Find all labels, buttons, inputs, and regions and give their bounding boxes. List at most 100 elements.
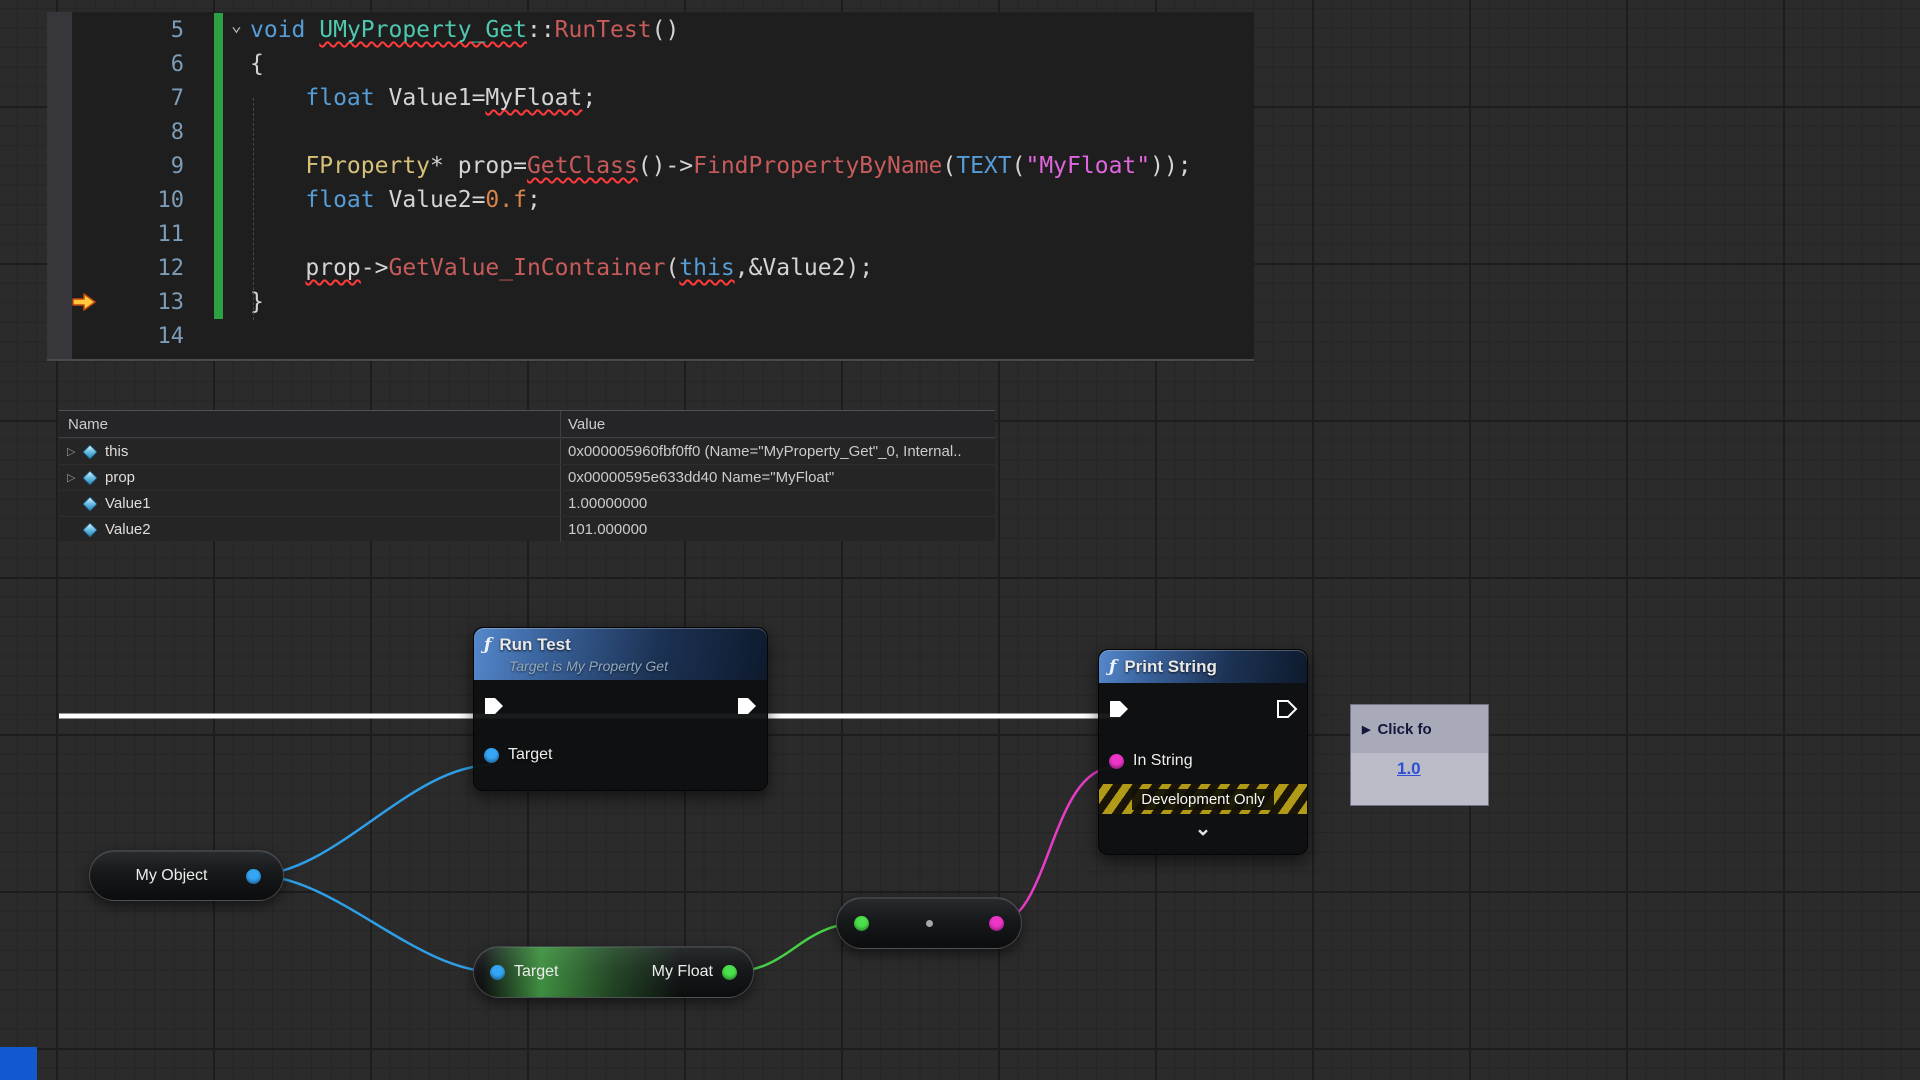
debug-value-tooltip[interactable]: ▶ Click fo 1.0 <box>1350 704 1489 806</box>
target-pin[interactable] <box>484 748 499 763</box>
target-pin[interactable] <box>490 965 505 980</box>
variable-value[interactable]: 0x000005960fbf0ff0 (Name="MyProperty_Get… <box>560 439 995 464</box>
taskbar-corner-button[interactable] <box>0 1047 37 1080</box>
change-tracking-bar <box>214 115 223 149</box>
variable-icon <box>82 522 97 537</box>
execution-pointer-icon <box>71 292 97 312</box>
pin-label: In String <box>1133 752 1193 770</box>
line-number: 12 <box>72 256 214 281</box>
play-icon: ▶ <box>1362 723 1370 736</box>
variable-value[interactable]: 0x00000595e633dd40 Name="MyFloat" <box>560 465 995 490</box>
variable-icon <box>82 496 97 511</box>
variable-name: Value2 <box>105 521 151 538</box>
node-title: My Object <box>135 867 207 885</box>
column-header-name[interactable]: Name <box>59 411 560 437</box>
line-number: 5 <box>72 18 214 43</box>
object-output-pin[interactable] <box>246 869 261 884</box>
watch-name-cell[interactable]: Value2 <box>59 517 560 542</box>
code-line[interactable]: 14 <box>47 319 1254 353</box>
line-number: 7 <box>72 86 214 111</box>
code-text[interactable]: prop->GetValue_InContainer(this,&Value2)… <box>250 255 873 281</box>
pin-label: Target <box>508 746 552 764</box>
variable-name: prop <box>105 469 135 486</box>
code-text[interactable]: { <box>250 51 264 77</box>
line-number: 10 <box>72 188 214 213</box>
object-wire-to-getter[interactable] <box>254 875 496 972</box>
fold-chevron-icon[interactable]: ⌄ <box>231 15 242 36</box>
change-tracking-bar <box>214 183 223 217</box>
code-line[interactable]: 5 void UMyProperty_Get::RunTest() ⌄ <box>47 13 1254 47</box>
pin-label: My Float <box>652 963 713 981</box>
code-line[interactable]: 13} <box>47 285 1254 319</box>
change-tracking-bar <box>214 319 223 353</box>
tooltip-header[interactable]: ▶ Click fo <box>1351 705 1488 753</box>
code-line[interactable]: 8 <box>47 115 1254 149</box>
exec-out-pin[interactable] <box>1276 699 1298 719</box>
code-line[interactable]: 11 <box>47 217 1254 251</box>
change-tracking-bar <box>214 47 223 81</box>
print-string-node[interactable]: ƒ Print String In String Development Onl… <box>1098 649 1308 855</box>
blueprint-graph-canvas[interactable]: ƒ Run Test Target is My Property Get Tar… <box>0 0 1920 1080</box>
function-icon: ƒ <box>484 635 491 655</box>
float-input-pin[interactable] <box>854 916 869 931</box>
watch-header-row: Name Value <box>59 411 995 438</box>
line-number: 9 <box>72 154 214 179</box>
watch-row[interactable]: ▷ prop 0x00000595e633dd40 Name="MyFloat" <box>59 464 995 490</box>
code-lines: 5void UMyProperty_Get::RunTest()⌄6{7 flo… <box>47 13 1254 353</box>
code-text[interactable]: float Value2=0.f; <box>250 187 541 213</box>
code-line[interactable]: 12 prop->GetValue_InContainer(this,&Valu… <box>47 251 1254 285</box>
code-editor-window[interactable]: 5void UMyProperty_Get::RunTest()⌄6{7 flo… <box>47 12 1254 361</box>
change-tracking-bar <box>214 251 223 285</box>
code-text[interactable]: float Value1=MyFloat; <box>250 85 596 111</box>
watch-row[interactable]: Value1 1.00000000 <box>59 490 995 516</box>
float-to-string-conversion-node[interactable] <box>836 897 1022 949</box>
string-output-pin[interactable] <box>989 916 1004 931</box>
code-text[interactable]: FProperty* prop=GetClass()->FindProperty… <box>250 153 1192 179</box>
variable-value[interactable]: 101.000000 <box>560 517 995 542</box>
node-header: ƒ Run Test Target is My Property Get <box>474 628 767 680</box>
variable-value[interactable]: 1.00000000 <box>560 491 995 516</box>
variable-name: Value1 <box>105 495 151 512</box>
in-string-pin[interactable] <box>1109 754 1124 769</box>
object-wire-to-runtest[interactable] <box>254 765 492 875</box>
watch-row[interactable]: Value2 101.000000 <box>59 516 995 542</box>
exec-in-pin[interactable] <box>1108 699 1130 719</box>
tooltip-value: 1.0 <box>1351 753 1488 805</box>
expand-advanced-pins-icon[interactable]: ⌄ <box>1195 823 1212 835</box>
expand-arrow-icon[interactable]: ▷ <box>67 445 84 458</box>
run-test-node[interactable]: ƒ Run Test Target is My Property Get Tar… <box>473 627 768 791</box>
development-only-banner: Development Only <box>1099 784 1307 814</box>
my-float-output-pin[interactable] <box>722 965 737 980</box>
variable-icon <box>82 444 97 459</box>
code-line[interactable]: 9 FProperty* prop=GetClass()->FindProper… <box>47 149 1254 183</box>
line-number: 8 <box>72 120 214 145</box>
code-line[interactable]: 10 float Value2=0.f; <box>47 183 1254 217</box>
change-tracking-bar <box>214 13 223 47</box>
watch-name-cell[interactable]: Value1 <box>59 491 560 516</box>
development-only-label: Development Only <box>1132 789 1273 810</box>
variable-name: this <box>105 443 128 460</box>
change-tracking-bar <box>214 285 223 319</box>
indent-guide <box>253 98 254 320</box>
my-float-getter-node[interactable]: Target My Float <box>473 946 754 998</box>
watch-row[interactable]: ▷ this 0x000005960fbf0ff0 (Name="MyPropert… <box>59 438 995 464</box>
column-header-value[interactable]: Value <box>560 411 995 437</box>
node-title: Print String <box>1124 657 1217 677</box>
watch-name-cell[interactable]: ▷ prop <box>59 465 560 490</box>
code-line[interactable]: 7 float Value1=MyFloat; <box>47 81 1254 115</box>
line-number: 6 <box>72 52 214 77</box>
code-text[interactable]: void UMyProperty_Get::RunTest() <box>250 17 679 43</box>
watch-window[interactable]: Name Value ▷ this 0x000005960fbf0ff0 (Name… <box>59 410 995 541</box>
tooltip-label: Click fo <box>1377 721 1431 738</box>
my-object-node[interactable]: My Object <box>89 850 284 901</box>
exec-out-pin[interactable] <box>736 696 758 716</box>
watch-rows: ▷ this 0x000005960fbf0ff0 (Name="MyPropert… <box>59 438 995 542</box>
node-title: Run Test <box>499 635 570 655</box>
exec-in-pin[interactable] <box>483 696 505 716</box>
expand-arrow-icon[interactable]: ▷ <box>67 471 84 484</box>
function-icon: ƒ <box>1109 657 1116 677</box>
pin-label: Target <box>514 963 558 981</box>
watch-name-cell[interactable]: ▷ this <box>59 439 560 464</box>
code-line[interactable]: 6{ <box>47 47 1254 81</box>
change-tracking-bar <box>214 149 223 183</box>
